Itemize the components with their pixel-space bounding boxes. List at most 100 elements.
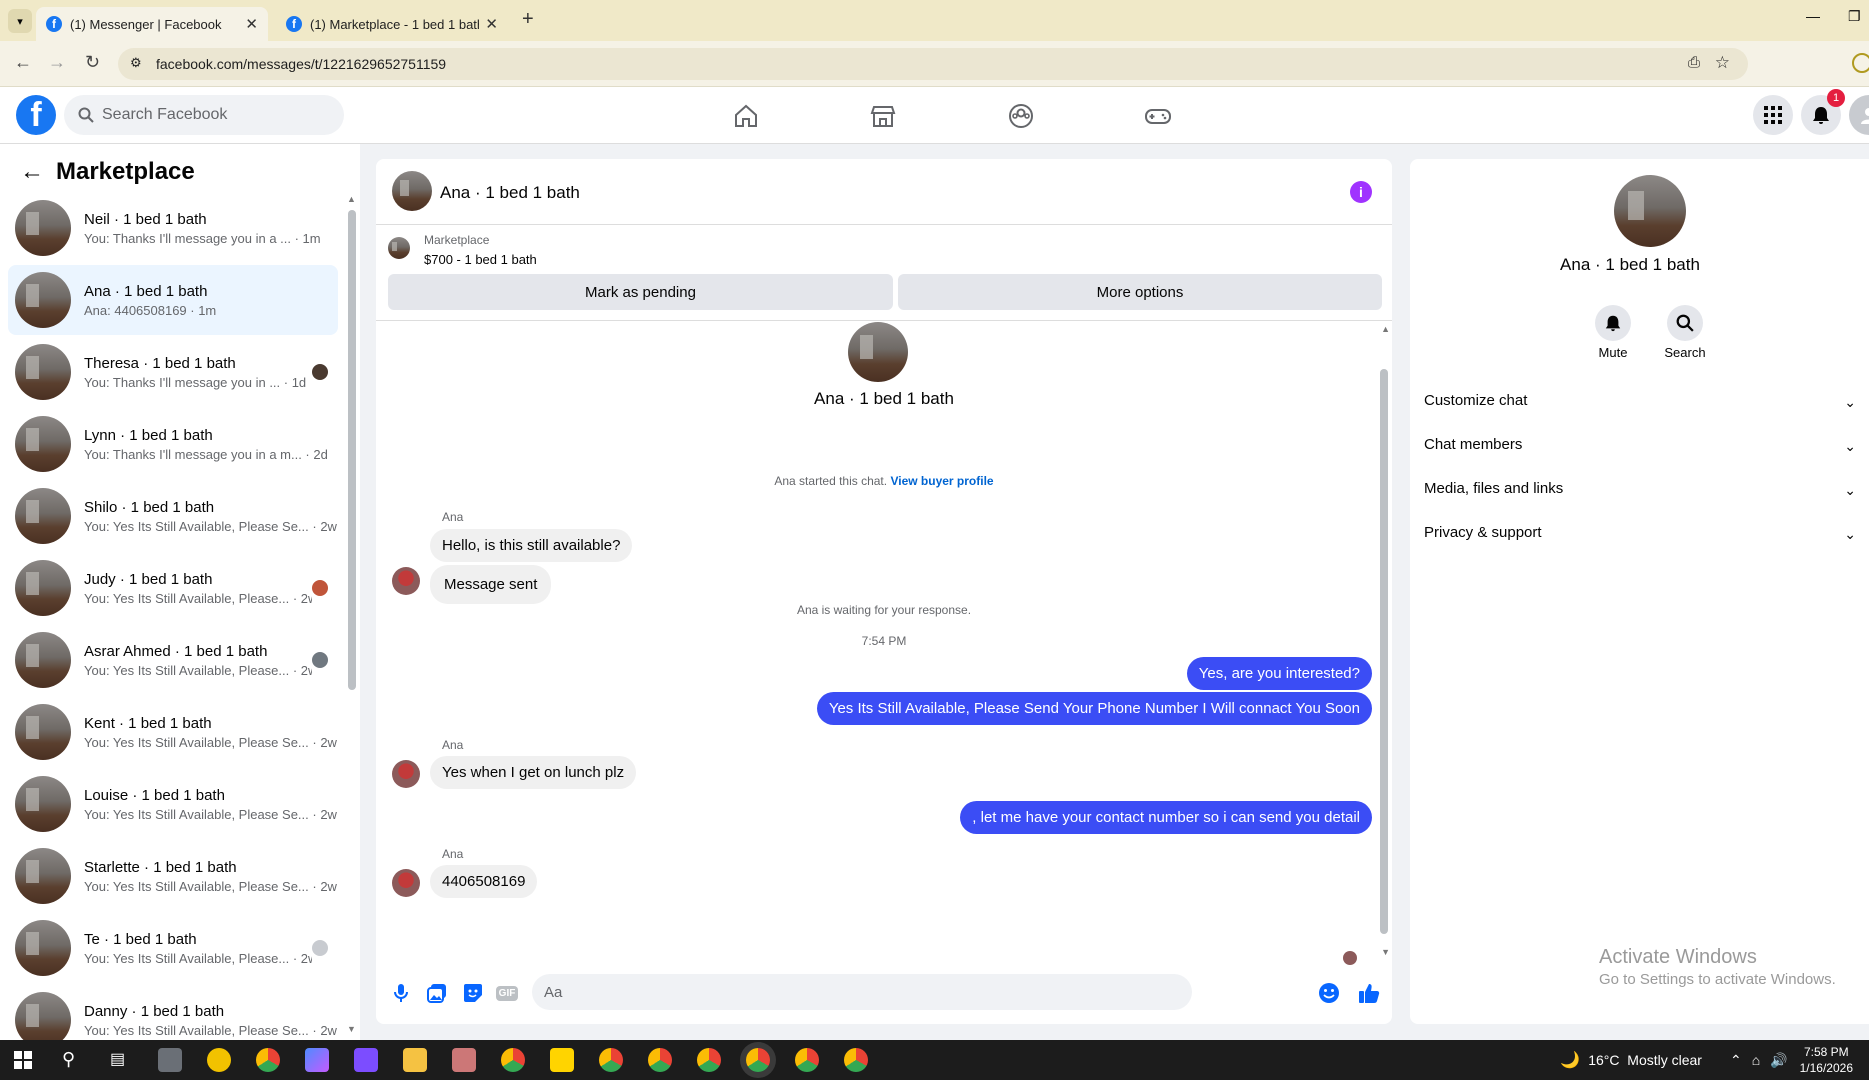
listing-thumbnail[interactable] [388, 237, 410, 259]
tab-title: (1) Marketplace - 1 bed 1 bath | [310, 16, 480, 32]
chrome-icon[interactable] [795, 1048, 819, 1072]
back-arrow-icon[interactable]: ← [20, 158, 44, 186]
chrome-icon[interactable] [697, 1048, 721, 1072]
sidebar-scrollbar[interactable] [348, 210, 356, 690]
network-icon[interactable]: ⌂ [1752, 1052, 1760, 1068]
minimize-window-button[interactable]: — [1806, 8, 1820, 24]
sender-avatar[interactable] [392, 567, 420, 595]
conversation-item[interactable]: Louise · 1 bed 1 bath You: Yes Its Still … [8, 769, 338, 839]
sidebar-scroll-up-icon[interactable]: ▲ [347, 194, 356, 204]
taskbar-app-icon[interactable] [305, 1048, 329, 1072]
taskbar-app-icon[interactable] [158, 1048, 182, 1072]
search-in-chat-button[interactable] [1667, 305, 1703, 341]
contact-avatar[interactable] [1614, 175, 1686, 247]
outgoing-message[interactable]: Yes, are you interested? [1186, 657, 1372, 690]
outgoing-message[interactable]: Yes Its Still Available, Please Send You… [816, 692, 1372, 725]
like-thumb-icon[interactable] [1358, 982, 1380, 1004]
forward-icon[interactable]: → [48, 52, 66, 73]
chrome-icon[interactable] [256, 1048, 280, 1072]
weather-text[interactable]: 16°C Mostly clear [1588, 1052, 1702, 1068]
chrome-icon[interactable] [648, 1048, 672, 1072]
sender-avatar[interactable] [392, 869, 420, 897]
close-tab-icon[interactable]: ✕ [245, 15, 258, 33]
incoming-message[interactable]: 4406508169 [430, 865, 538, 898]
chat-header-name[interactable]: Ana · 1 bed 1 bath [440, 183, 580, 203]
sticker-icon[interactable] [462, 982, 484, 1004]
customize-chat-section[interactable]: Customize chat ⌄ [1424, 392, 1864, 410]
taskbar-app-icon[interactable] [452, 1048, 476, 1072]
emoji-icon[interactable] [1318, 982, 1340, 1004]
search-input[interactable]: Search Facebook [64, 95, 344, 135]
tab-list-button[interactable]: ▾ [8, 9, 32, 33]
conversation-item[interactable]: Neil · 1 bed 1 bath You: Thanks I'll mess… [8, 193, 338, 263]
chat-header-avatar[interactable] [392, 171, 432, 211]
weather-icon[interactable]: 🌙 [1560, 1050, 1580, 1070]
search-icon[interactable]: ⚲ [62, 1049, 75, 1070]
taskbar-app-icon[interactable] [207, 1048, 231, 1072]
message-input[interactable]: Aa [532, 974, 1192, 1010]
bookmark-star-icon[interactable]: ☆ [1715, 53, 1730, 73]
thread-scroll-up-icon[interactable]: ▲ [1381, 324, 1390, 334]
more-options-button[interactable]: More options [898, 274, 1382, 310]
microphone-icon[interactable] [390, 982, 412, 1004]
restore-window-button[interactable]: ❐ [1848, 8, 1861, 25]
sidebar-scroll-down-icon[interactable]: ▼ [347, 1024, 356, 1034]
thread-scroll-down-icon[interactable]: ▼ [1381, 947, 1390, 957]
mute-button[interactable] [1595, 305, 1631, 341]
photo-icon[interactable] [426, 982, 448, 1004]
install-app-icon[interactable]: ⎙ [1688, 54, 1700, 71]
conversation-item[interactable]: Judy · 1 bed 1 bath You: Yes Its Still Av… [8, 553, 338, 623]
chrome-icon[interactable] [844, 1048, 868, 1072]
gaming-icon[interactable] [1141, 99, 1175, 133]
thread-scrollbar[interactable] [1380, 369, 1388, 934]
conversation-item[interactable]: Theresa · 1 bed 1 bath You: Thanks I'll m… [8, 337, 338, 407]
conversation-item[interactable]: Shilo · 1 bed 1 bath You: Yes Its Still A… [8, 481, 338, 551]
incoming-message[interactable]: Yes when I get on lunch plz [430, 756, 637, 789]
clock[interactable]: 7:58 PM 1/16/2026 [1800, 1044, 1853, 1076]
conversation-item-selected[interactable]: Ana · 1 bed 1 bath Ana: 4406508169 · 1m [8, 265, 338, 335]
listing-title[interactable]: $700 - 1 bed 1 bath [424, 252, 537, 267]
new-tab-button[interactable]: + [522, 8, 534, 31]
privacy-support-section[interactable]: Privacy & support ⌄ [1424, 524, 1864, 542]
marketplace-icon[interactable] [866, 99, 900, 133]
outgoing-message[interactable]: , let me have your contact number so i c… [960, 801, 1372, 834]
close-tab-icon[interactable]: ✕ [485, 15, 498, 33]
mark-as-pending-button[interactable]: Mark as pending [388, 274, 893, 310]
home-icon[interactable] [729, 99, 763, 133]
windows-start-icon[interactable] [14, 1051, 32, 1069]
chrome-icon[interactable] [746, 1048, 770, 1072]
menu-grid-button[interactable] [1753, 95, 1793, 135]
site-info-icon[interactable]: ⚙ [130, 55, 142, 71]
tab-marketplace[interactable]: f (1) Marketplace - 1 bed 1 bath | ✕ [276, 7, 508, 41]
conversation-item[interactable]: Te · 1 bed 1 bath You: Yes Its Still Avai… [8, 913, 338, 983]
incoming-message[interactable]: Message sent [430, 565, 552, 604]
volume-icon[interactable]: 🔊 [1770, 1052, 1787, 1069]
chat-members-section[interactable]: Chat members ⌄ [1424, 436, 1864, 454]
taskbar-app-icon[interactable] [354, 1048, 378, 1072]
reload-icon[interactable]: ↻ [85, 52, 100, 73]
conversation-item[interactable]: Asrar Ahmed · 1 bed 1 bath You: Yes Its S… [8, 625, 338, 695]
chrome-icon[interactable] [501, 1048, 525, 1072]
task-view-icon[interactable]: ▤ [110, 1049, 125, 1069]
gif-icon[interactable]: GIF [495, 982, 519, 1004]
groups-icon[interactable] [1004, 99, 1038, 133]
account-avatar[interactable] [1849, 95, 1869, 135]
media-files-links-section[interactable]: Media, files and links ⌄ [1424, 480, 1864, 498]
chrome-icon[interactable] [599, 1048, 623, 1072]
back-icon[interactable]: ← [14, 52, 32, 73]
tray-overflow-icon[interactable]: ⌃ [1730, 1052, 1742, 1069]
facebook-logo-icon[interactable]: f [16, 95, 56, 135]
conversation-item[interactable]: Starlette · 1 bed 1 bath You: Yes Its Sti… [8, 841, 338, 911]
notifications-button[interactable]: 1 [1801, 89, 1845, 135]
file-explorer-icon[interactable] [403, 1048, 427, 1072]
info-icon[interactable]: i [1350, 181, 1372, 203]
sticky-notes-icon[interactable] [550, 1048, 574, 1072]
profile-icon[interactable] [1852, 53, 1869, 73]
tab-messenger[interactable]: f (1) Messenger | Facebook ✕ [36, 7, 268, 41]
conversation-item[interactable]: Lynn · 1 bed 1 bath You: Thanks I'll mess… [8, 409, 338, 479]
conversation-item[interactable]: Kent · 1 bed 1 bath You: Yes Its Still Av… [8, 697, 338, 767]
sender-avatar[interactable] [392, 760, 420, 788]
view-buyer-profile-link[interactable]: View buyer profile [890, 474, 993, 488]
url-field[interactable]: ⚙ facebook.com/messages/t/12216296527511… [118, 48, 1748, 80]
incoming-message[interactable]: Hello, is this still available? [430, 529, 633, 562]
